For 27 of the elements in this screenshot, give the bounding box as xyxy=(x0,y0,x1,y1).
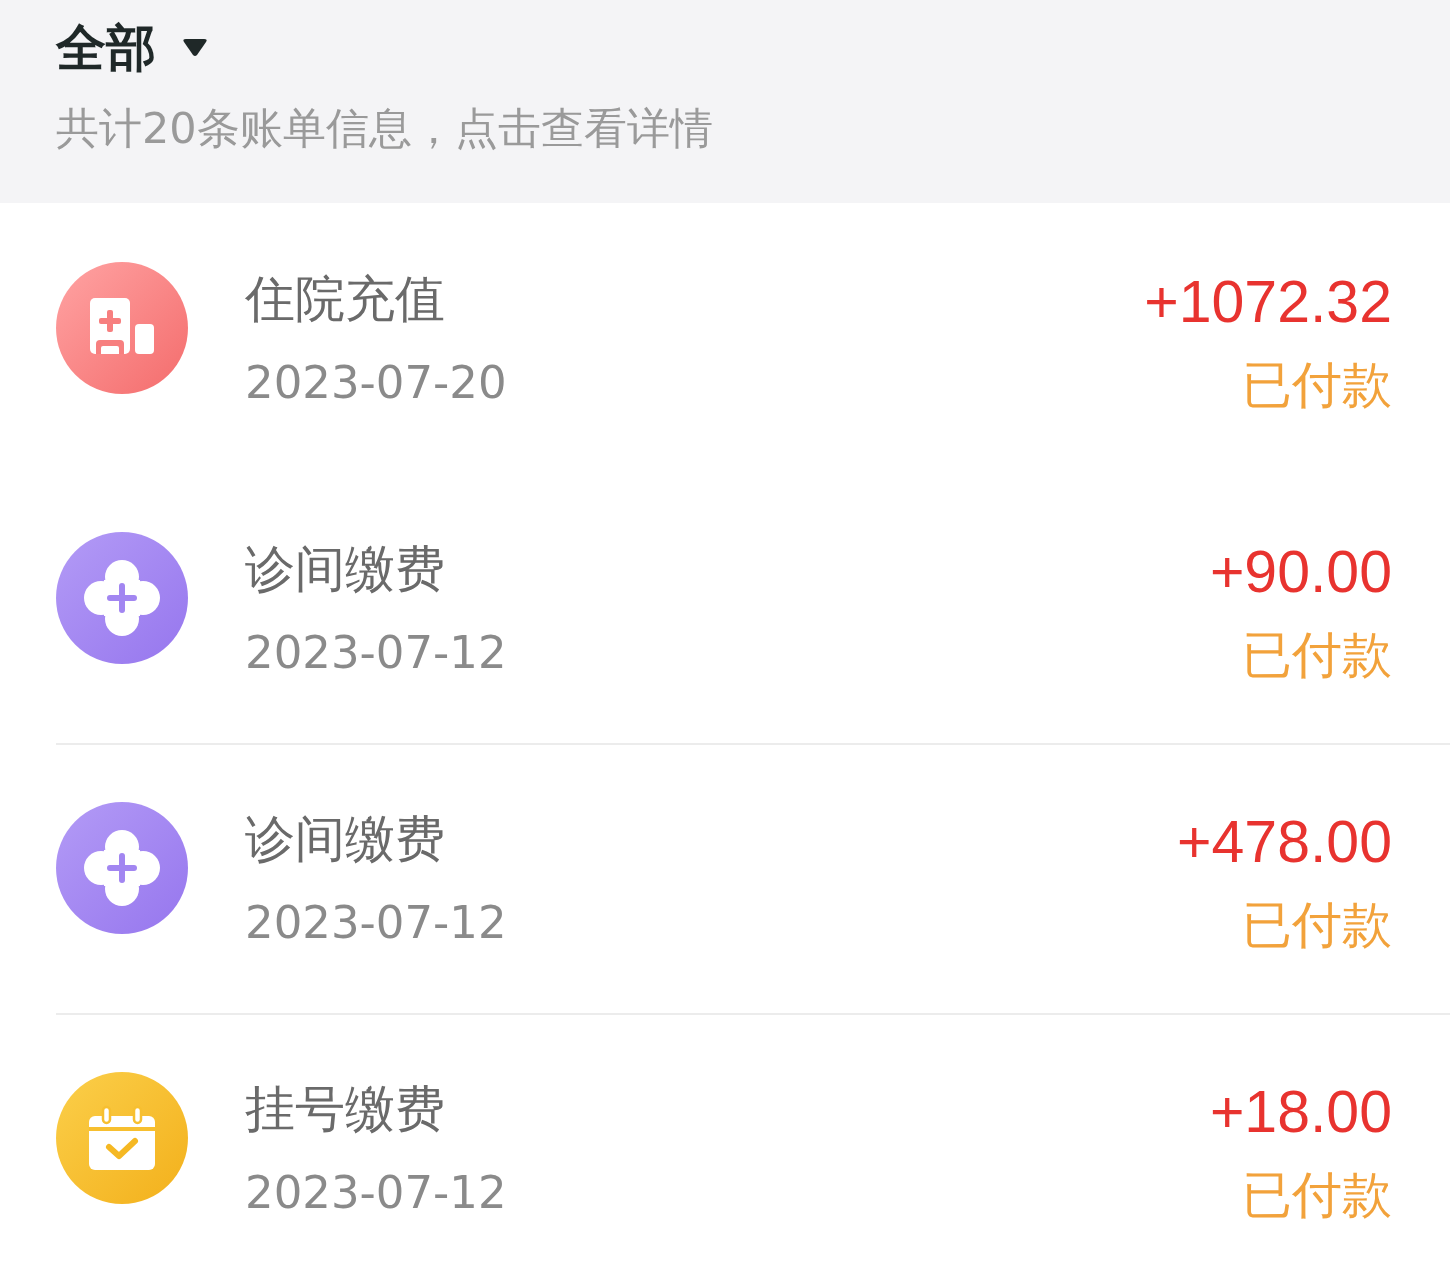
bill-title: 诊间缴费 xyxy=(245,809,445,869)
bill-list-item[interactable]: 诊间缴费 2023-07-12 +478.00 已付款 xyxy=(56,743,1450,1013)
bill-date: 2023-07-12 xyxy=(245,895,507,951)
bill-date: 2023-07-12 xyxy=(245,625,507,681)
bill-list-item[interactable]: 挂号缴费 2023-07-12 +18.00 已付款 xyxy=(56,1013,1450,1280)
clover-plus-icon xyxy=(56,532,188,664)
calendar-check-icon xyxy=(56,1072,188,1204)
payment-status: 已付款 xyxy=(1242,357,1392,413)
payment-status: 已付款 xyxy=(1242,1167,1392,1223)
bill-title: 住院充值 xyxy=(245,269,445,329)
hospital-icon xyxy=(56,262,188,394)
summary-text: 共计20条账单信息，点击查看详情 xyxy=(56,102,714,155)
bill-amount: +18.00 xyxy=(1209,1082,1392,1142)
filter-dropdown[interactable]: 全部 xyxy=(56,18,208,78)
bill-amount: +90.00 xyxy=(1209,542,1392,602)
bill-list-item[interactable]: 诊间缴费 2023-07-12 +90.00 已付款 xyxy=(56,473,1450,743)
bill-amount: +478.00 xyxy=(1177,812,1392,872)
bill-amount: +1072.32 xyxy=(1144,272,1392,332)
bill-date: 2023-07-12 xyxy=(245,1165,507,1221)
bill-list-item[interactable]: 住院充值 2023-07-20 +1072.32 已付款 xyxy=(56,203,1450,473)
bill-title: 诊间缴费 xyxy=(245,539,445,599)
bill-date: 2023-07-20 xyxy=(245,355,507,411)
bill-title: 挂号缴费 xyxy=(245,1079,445,1139)
payment-status: 已付款 xyxy=(1242,897,1392,953)
payment-status: 已付款 xyxy=(1242,627,1392,683)
clover-plus-icon xyxy=(56,802,188,934)
caret-icon xyxy=(182,39,208,57)
